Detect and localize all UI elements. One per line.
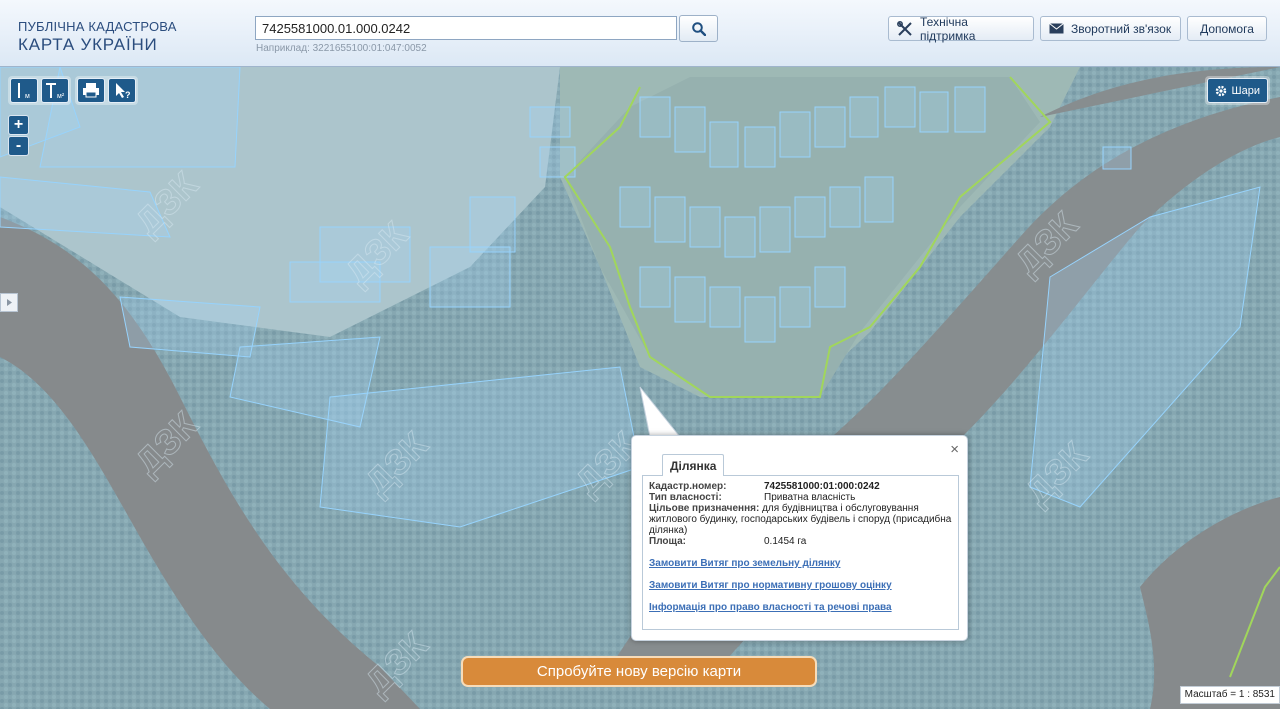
layers-button[interactable]: Шари [1206, 78, 1268, 103]
magnifier-icon [692, 22, 706, 36]
measure-area-button[interactable]: м² [41, 78, 69, 103]
purpose-row: Цільове призначення: для будівництва і о… [649, 503, 952, 536]
layers-control: Шари [1204, 76, 1270, 105]
parcel-details: Кадастр.номер: 7425581000:01:000:0242 Ти… [642, 475, 959, 630]
area-value: 0.1454 га [764, 536, 807, 547]
area-row: Площа: 0.1454 га [649, 536, 952, 547]
help-button[interactable]: Допомога [1187, 16, 1267, 41]
measure-distance-button[interactable]: м [10, 78, 38, 103]
cadastral-label: Кадастр.номер: [649, 481, 727, 492]
site-logo[interactable]: ПУБЛІЧНА КАДАСТРОВА КАРТА УКРАЇНИ [18, 19, 177, 55]
gear-icon [1215, 85, 1226, 96]
svg-text:м²: м² [57, 93, 65, 100]
feedback-label: Зворотний зв'язок [1071, 21, 1172, 36]
cursor-question-icon: ? [116, 83, 131, 100]
app-header: ПУБЛІЧНА КАДАСТРОВА КАРТА УКРАЇНИ Наприк… [0, 0, 1280, 67]
layers-label: Шари [1231, 84, 1260, 97]
identify-button[interactable]: ? [108, 78, 136, 103]
support-button[interactable]: Технічна підтримка [888, 14, 1034, 43]
scale-indicator: Масштаб = 1 : 8531 [1179, 686, 1280, 704]
try-new-map-button[interactable]: Спробуйте нову версію карти [461, 656, 817, 687]
order-valuation-link[interactable]: Замовити Витяг про нормативну грошову оц… [649, 580, 952, 591]
measure-tools: м м² [8, 76, 71, 105]
logo-line-1: ПУБЛІЧНА КАДАСТРОВА [18, 19, 177, 34]
cadastral-value: 7425581000:01:000:0242 [764, 481, 880, 492]
triangle-right-icon [7, 299, 12, 306]
zoom-in-button[interactable]: + [8, 115, 29, 135]
cadastral-search-input[interactable] [255, 16, 677, 40]
parcel-info-popup: × Ділянка Кадастр.номер: 7425581000:01:0… [631, 435, 968, 641]
search-hint: Наприклад: 3221655100:01:047:0052 [256, 43, 427, 54]
order-extract-link[interactable]: Замовити Витяг про земельну ділянку [649, 558, 952, 569]
cadastral-row: Кадастр.номер: 7425581000:01:000:0242 [649, 481, 952, 492]
support-label: Технічна підтримка [920, 14, 976, 43]
printer-icon [83, 83, 99, 98]
close-icon[interactable]: × [950, 441, 959, 458]
ruler-icon: м [18, 83, 30, 100]
tab-parcel[interactable]: Ділянка [662, 454, 725, 476]
purpose-label: Цільове призначення: [649, 503, 760, 514]
envelope-icon [1049, 23, 1064, 34]
ownership-rights-link[interactable]: Інформація про право власності та речові… [649, 602, 952, 613]
misc-tools: ? [75, 76, 138, 105]
ownership-value: Приватна власність [764, 492, 856, 503]
feedback-button[interactable]: Зворотний зв'язок [1040, 16, 1181, 41]
ownership-row: Тип власності: Приватна власність [649, 492, 952, 503]
logo-line-2: КАРТА УКРАЇНИ [18, 35, 158, 54]
zoom-out-button[interactable]: - [8, 136, 29, 156]
help-label: Допомога [1200, 21, 1254, 36]
svg-text:?: ? [125, 90, 131, 100]
svg-text:м: м [25, 93, 30, 100]
ownership-label: Тип власності: [649, 492, 722, 503]
area-ruler-icon: м² [46, 83, 65, 100]
expand-panel-button[interactable] [0, 293, 18, 312]
tools-icon [897, 20, 912, 36]
area-label: Площа: [649, 536, 686, 547]
print-button[interactable] [77, 78, 105, 103]
search-button[interactable] [679, 15, 718, 42]
map-viewport[interactable]: ДЗК ДЗК ДЗК ДЗК ДЗК ДЗК ДЗК ДЗК м м² ? +… [0, 67, 1280, 709]
